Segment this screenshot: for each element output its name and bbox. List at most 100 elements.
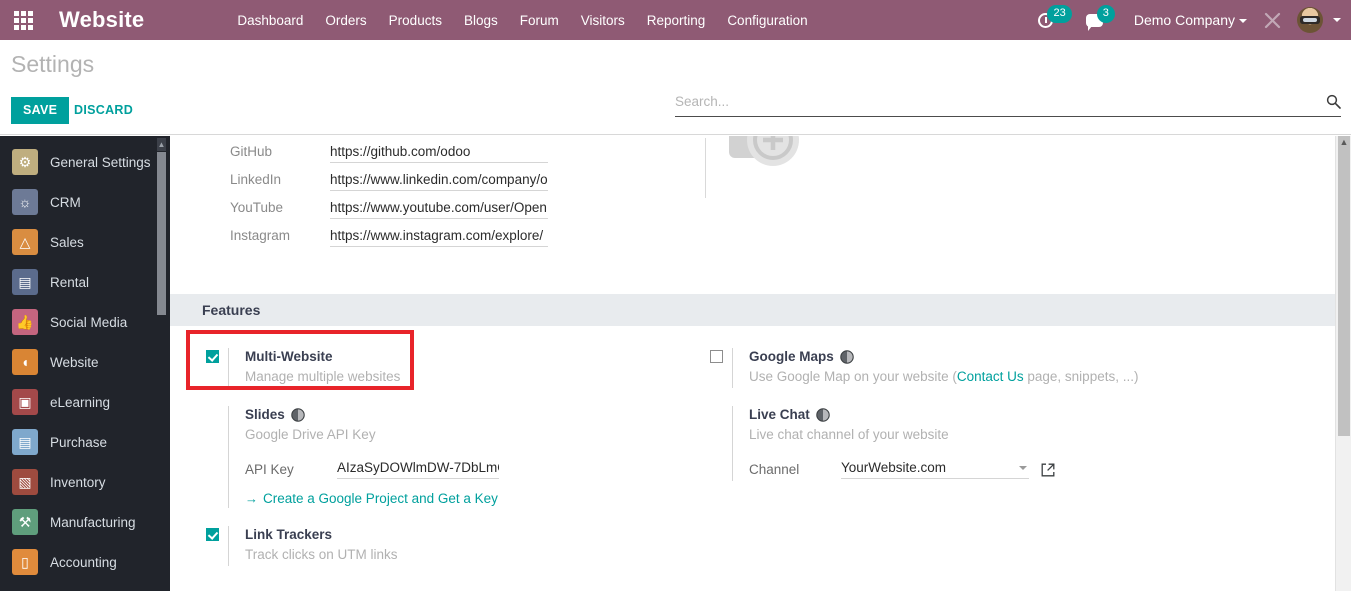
slides-desc: Google Drive API Key — [245, 427, 376, 442]
multi-website-checkbox[interactable] — [206, 350, 219, 363]
api-key-label: API Key — [245, 462, 294, 477]
image-upload-placeholder[interactable] — [723, 136, 813, 184]
google-maps-desc-after: page, snippets, ...) — [1023, 369, 1139, 384]
channel-selected-value: YourWebsite.com — [841, 460, 947, 475]
avatar[interactable] — [1297, 7, 1323, 33]
nav-item-forum[interactable]: Forum — [509, 2, 570, 39]
navbar-right-tools: 23 3 Demo Company — [1031, 0, 1351, 40]
features-grid: Multi-Website Manage multiple websites S… — [170, 326, 1351, 566]
field-label: LinkedIn — [230, 172, 282, 187]
scroll-up-icon[interactable]: ▲ — [157, 138, 166, 151]
link-trackers-title: Link Trackers — [245, 527, 333, 542]
feature-link-trackers: Link Trackers Track clicks on UTM links — [190, 508, 682, 566]
sidebar-item-sales[interactable]: △ Sales — [0, 222, 170, 262]
activities-button[interactable]: 23 — [1031, 0, 1078, 40]
sidebar-item-purchase[interactable]: ▤ Purchase — [0, 422, 170, 462]
sidebar-item-social-media[interactable]: 👍 Social Media — [0, 302, 170, 342]
create-google-project-label: Create a Google Project and Get a Key — [263, 491, 498, 506]
feature-live-chat: Live Chat Live chat channel of your webs… — [694, 388, 1194, 481]
globe-badge-icon — [840, 350, 854, 364]
nav-item-orders[interactable]: Orders — [314, 2, 377, 39]
gear-icon: ⚙ — [12, 149, 38, 175]
nav-item-visitors[interactable]: Visitors — [570, 2, 636, 39]
page-scrollbar[interactable]: ▲ — [1335, 136, 1351, 591]
nav-item-dashboard[interactable]: Dashboard — [226, 2, 314, 39]
sidebar-scrollbar[interactable]: ▲ — [157, 138, 166, 588]
sidebar-item-label: Manufacturing — [50, 514, 136, 530]
page-scroll-thumb[interactable] — [1338, 136, 1350, 436]
activities-badge: 23 — [1047, 5, 1072, 23]
sidebar-item-inventory[interactable]: ▧ Inventory — [0, 462, 170, 502]
feature-title: Live Chat — [749, 406, 1194, 424]
sidebar-item-label: Accounting — [50, 554, 117, 570]
sidebar-item-label: Purchase — [50, 434, 108, 450]
sidebar-scroll-thumb[interactable] — [157, 152, 166, 315]
link-trackers-checkbox[interactable] — [206, 528, 219, 541]
sidebar-item-general-settings[interactable]: ⚙ General Settings — [0, 142, 170, 182]
search-icon[interactable] — [1326, 94, 1341, 113]
nav-item-blogs[interactable]: Blogs — [453, 2, 509, 39]
slides-title: Slides — [245, 407, 285, 422]
github-url-input[interactable]: https://github.com/odoo — [330, 144, 548, 163]
api-key-input[interactable]: AIzaSyDOWlmDW-7DbLmOl — [337, 460, 499, 479]
sidebar-item-crm[interactable]: ☼ CRM — [0, 182, 170, 222]
social-row-instagram: Instagram https://www.instagram.com/expl… — [230, 228, 1351, 256]
google-maps-desc: Use Google Map on your website (Contact … — [749, 367, 1194, 386]
feature-body: Multi-Website Manage multiple websites — [228, 348, 682, 388]
nav-item-products[interactable]: Products — [378, 2, 453, 39]
control-panel: Settings SAVE DISCARD — [0, 40, 1351, 135]
create-google-project-link[interactable]: → Create a Google Project and Get a Key — [245, 491, 682, 506]
apps-menu-button[interactable] — [0, 0, 46, 40]
feature-body: Live Chat Live chat channel of your webs… — [732, 406, 1194, 481]
user-menu-button[interactable] — [1329, 11, 1341, 29]
checkbox-cell — [694, 406, 732, 481]
sidebar-item-label: CRM — [50, 194, 81, 210]
instagram-url-input[interactable]: https://www.instagram.com/explore/ — [330, 228, 548, 247]
page-title: Settings — [11, 51, 95, 77]
linkedin-url-input[interactable]: https://www.linkedin.com/company/o — [330, 172, 548, 191]
discard-button[interactable]: DISCARD — [66, 97, 141, 124]
sidebar-item-elearning[interactable]: ▣ eLearning — [0, 382, 170, 422]
box-icon: ▧ — [12, 469, 38, 495]
open-channel-external-link[interactable] — [1041, 463, 1055, 477]
contact-us-link[interactable]: Contact Us — [957, 369, 1024, 384]
feature-body: Google Maps Use Google Map on your websi… — [732, 348, 1194, 388]
google-maps-checkbox[interactable] — [710, 350, 723, 363]
checkbox-cell — [694, 348, 732, 388]
feature-title: Google Maps — [749, 348, 1194, 366]
apps-grid-icon — [13, 10, 33, 30]
multi-website-desc: Manage multiple websites — [245, 369, 401, 384]
chart-up-icon: △ — [12, 229, 38, 255]
card-icon: ▤ — [12, 429, 38, 455]
debug-tools-button[interactable] — [1254, 12, 1291, 29]
settings-sidebar: ⚙ General Settings ☼ CRM △ Sales ▤ Renta… — [0, 136, 170, 591]
live-chat-title: Live Chat — [749, 407, 810, 422]
company-name: Demo Company — [1133, 12, 1235, 28]
sidebar-item-manufacturing[interactable]: ⚒ Manufacturing — [0, 502, 170, 542]
nav-item-reporting[interactable]: Reporting — [636, 2, 717, 39]
messages-button[interactable]: 3 — [1079, 0, 1122, 40]
sidebar-item-website[interactable]: ◖ Website — [0, 342, 170, 382]
top-navbar: Website Dashboard Orders Products Blogs … — [0, 0, 1351, 40]
sidebar-item-accounting[interactable]: ▯ Accounting — [0, 542, 170, 582]
google-maps-title: Google Maps — [749, 349, 834, 364]
settings-main-content: GitHub https://github.com/odoo LinkedIn … — [170, 136, 1351, 591]
channel-select[interactable]: YourWebsite.com — [841, 460, 1029, 479]
feature-body: Link Trackers Track clicks on UTM links — [228, 526, 682, 566]
nav-item-configuration[interactable]: Configuration — [716, 2, 818, 39]
wrench-icon: ⚒ — [12, 509, 38, 535]
app-brand-title[interactable]: Website — [59, 7, 144, 33]
globe-icon: ◖ — [12, 349, 38, 375]
sidebar-item-rental[interactable]: ▤ Rental — [0, 262, 170, 302]
save-button[interactable]: SAVE — [11, 97, 70, 124]
search-input[interactable] — [675, 93, 1326, 113]
field-label: YouTube — [230, 200, 284, 215]
feature-body: Slides Google Drive API Key API Key AIza… — [228, 406, 682, 508]
youtube-url-input[interactable]: https://www.youtube.com/user/Open — [330, 200, 548, 219]
chevron-down-icon — [1019, 465, 1027, 470]
scroll-up-icon[interactable]: ▲ — [1339, 137, 1349, 147]
features-right-column: Google Maps Use Google Map on your websi… — [682, 340, 1194, 566]
globe-badge-icon — [291, 408, 305, 422]
channel-label: Channel — [749, 462, 800, 477]
company-switcher[interactable]: Demo Company — [1122, 12, 1254, 28]
